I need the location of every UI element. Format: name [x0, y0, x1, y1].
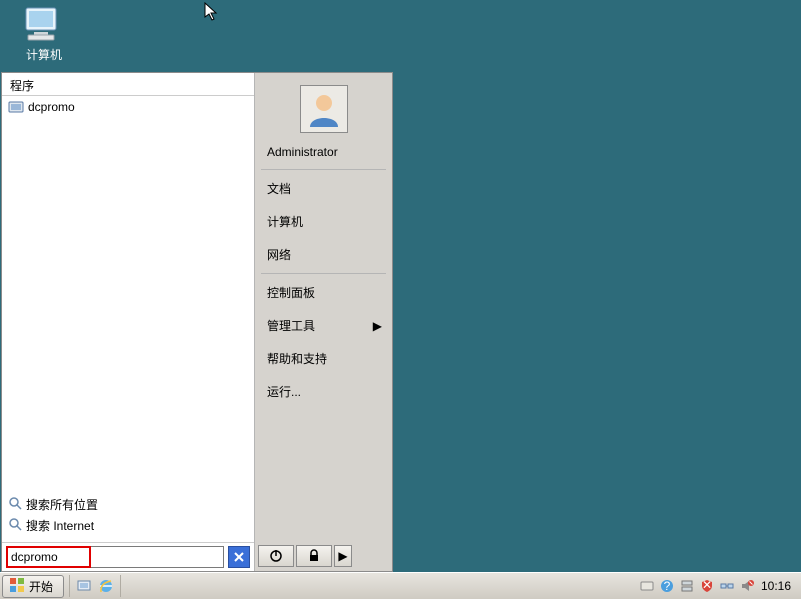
menu-item-label: 计算机: [267, 215, 303, 229]
system-tray: ? ✕: [633, 578, 801, 594]
message-icon: [640, 579, 654, 593]
chevron-right-icon: ▶: [338, 549, 347, 563]
user-avatar[interactable]: [300, 85, 348, 133]
menu-item-admin-tools[interactable]: 管理工具 ▶: [255, 309, 392, 342]
start-button[interactable]: 开始: [2, 575, 64, 598]
user-picture-frame: [255, 81, 392, 143]
clear-search-button[interactable]: [228, 546, 250, 568]
menu-item-network[interactable]: 网络: [255, 238, 392, 271]
taskbar-separator: [120, 575, 121, 597]
tray-icon-network[interactable]: [719, 578, 735, 594]
help-icon: ?: [660, 579, 674, 593]
search-internet-label: 搜索 Internet: [26, 517, 94, 534]
menu-item-label: 帮助和支持: [267, 352, 327, 366]
ie-icon: [98, 578, 114, 594]
lock-button[interactable]: [296, 545, 332, 567]
ie-button[interactable]: [97, 577, 115, 595]
search-results: dcpromo: [2, 96, 254, 490]
show-desktop-icon: [76, 578, 92, 594]
start-menu: 程序 dcpromo 搜索所有位置: [1, 72, 393, 572]
magnifier-icon: [8, 496, 22, 513]
server-icon: [680, 579, 694, 593]
exe-icon: [8, 99, 24, 115]
menu-item-run[interactable]: 运行...: [255, 375, 392, 408]
start-menu-left-pane: 程序 dcpromo 搜索所有位置: [2, 73, 255, 571]
cursor-icon: [204, 2, 220, 25]
user-icon: [304, 89, 344, 129]
desktop-icon-computer[interactable]: 计算机: [16, 4, 72, 63]
power-button[interactable]: [258, 545, 294, 567]
search-row: [2, 542, 254, 571]
svg-text:?: ?: [664, 579, 671, 593]
search-everywhere-label: 搜索所有位置: [26, 496, 98, 513]
menu-item-computer[interactable]: 计算机: [255, 205, 392, 238]
submenu-arrow-icon: ▶: [373, 319, 382, 333]
windows-logo-icon: [9, 577, 25, 596]
network-icon: [720, 579, 734, 593]
power-options-button[interactable]: ▶: [334, 545, 352, 567]
close-icon: [233, 551, 245, 563]
svg-text:✕: ✕: [702, 579, 712, 592]
shield-icon: ✕: [700, 579, 714, 593]
tray-icon-security[interactable]: ✕: [699, 578, 715, 594]
results-header: 程序: [2, 73, 254, 96]
menu-item-documents[interactable]: 文档: [255, 172, 392, 205]
start-button-label: 开始: [29, 578, 53, 595]
menu-item-label: 网络: [267, 248, 291, 262]
quick-launch: [73, 577, 117, 595]
desktop-icon-label: 计算机: [16, 46, 72, 63]
taskbar-separator: [69, 575, 70, 597]
menu-item-label: 运行...: [267, 385, 301, 399]
lock-icon: [308, 549, 320, 563]
taskbar: 开始: [0, 572, 801, 599]
power-icon: [269, 549, 283, 563]
menu-separator: [261, 273, 386, 274]
menu-item-label: 控制面板: [267, 286, 315, 300]
menu-item-help[interactable]: 帮助和支持: [255, 342, 392, 375]
tray-icon-volume[interactable]: [739, 578, 755, 594]
start-menu-right-pane: Administrator 文档 计算机 网络 控制面板 管理工具 ▶: [255, 73, 392, 571]
right-menu-items: 文档 计算机 网络 控制面板 管理工具 ▶ 帮助和支持: [255, 172, 392, 408]
tray-icon-server[interactable]: [679, 578, 695, 594]
tray-icon-help[interactable]: ?: [659, 578, 675, 594]
menu-item-control-panel[interactable]: 控制面板: [255, 276, 392, 309]
tray-icon-messages[interactable]: [639, 578, 655, 594]
desktop[interactable]: 计算机 程序 dcpromo: [0, 0, 801, 599]
magnifier-icon: [8, 517, 22, 534]
clock[interactable]: 10:16: [759, 579, 795, 593]
search-scope-links: 搜索所有位置 搜索 Internet: [2, 490, 254, 542]
search-everywhere-link[interactable]: 搜索所有位置: [8, 494, 248, 515]
power-buttons: ▶: [258, 543, 352, 569]
search-result-label: dcpromo: [28, 100, 75, 114]
show-desktop-button[interactable]: [75, 577, 93, 595]
search-input[interactable]: [6, 546, 224, 568]
search-internet-link[interactable]: 搜索 Internet: [8, 515, 248, 536]
menu-separator: [261, 169, 386, 170]
menu-item-label: 文档: [267, 182, 291, 196]
volume-icon: [740, 579, 754, 593]
menu-item-label: 管理工具: [267, 319, 315, 333]
computer-icon: [20, 4, 68, 44]
search-result-item[interactable]: dcpromo: [2, 98, 254, 116]
user-name-label: Administrator: [255, 143, 392, 167]
